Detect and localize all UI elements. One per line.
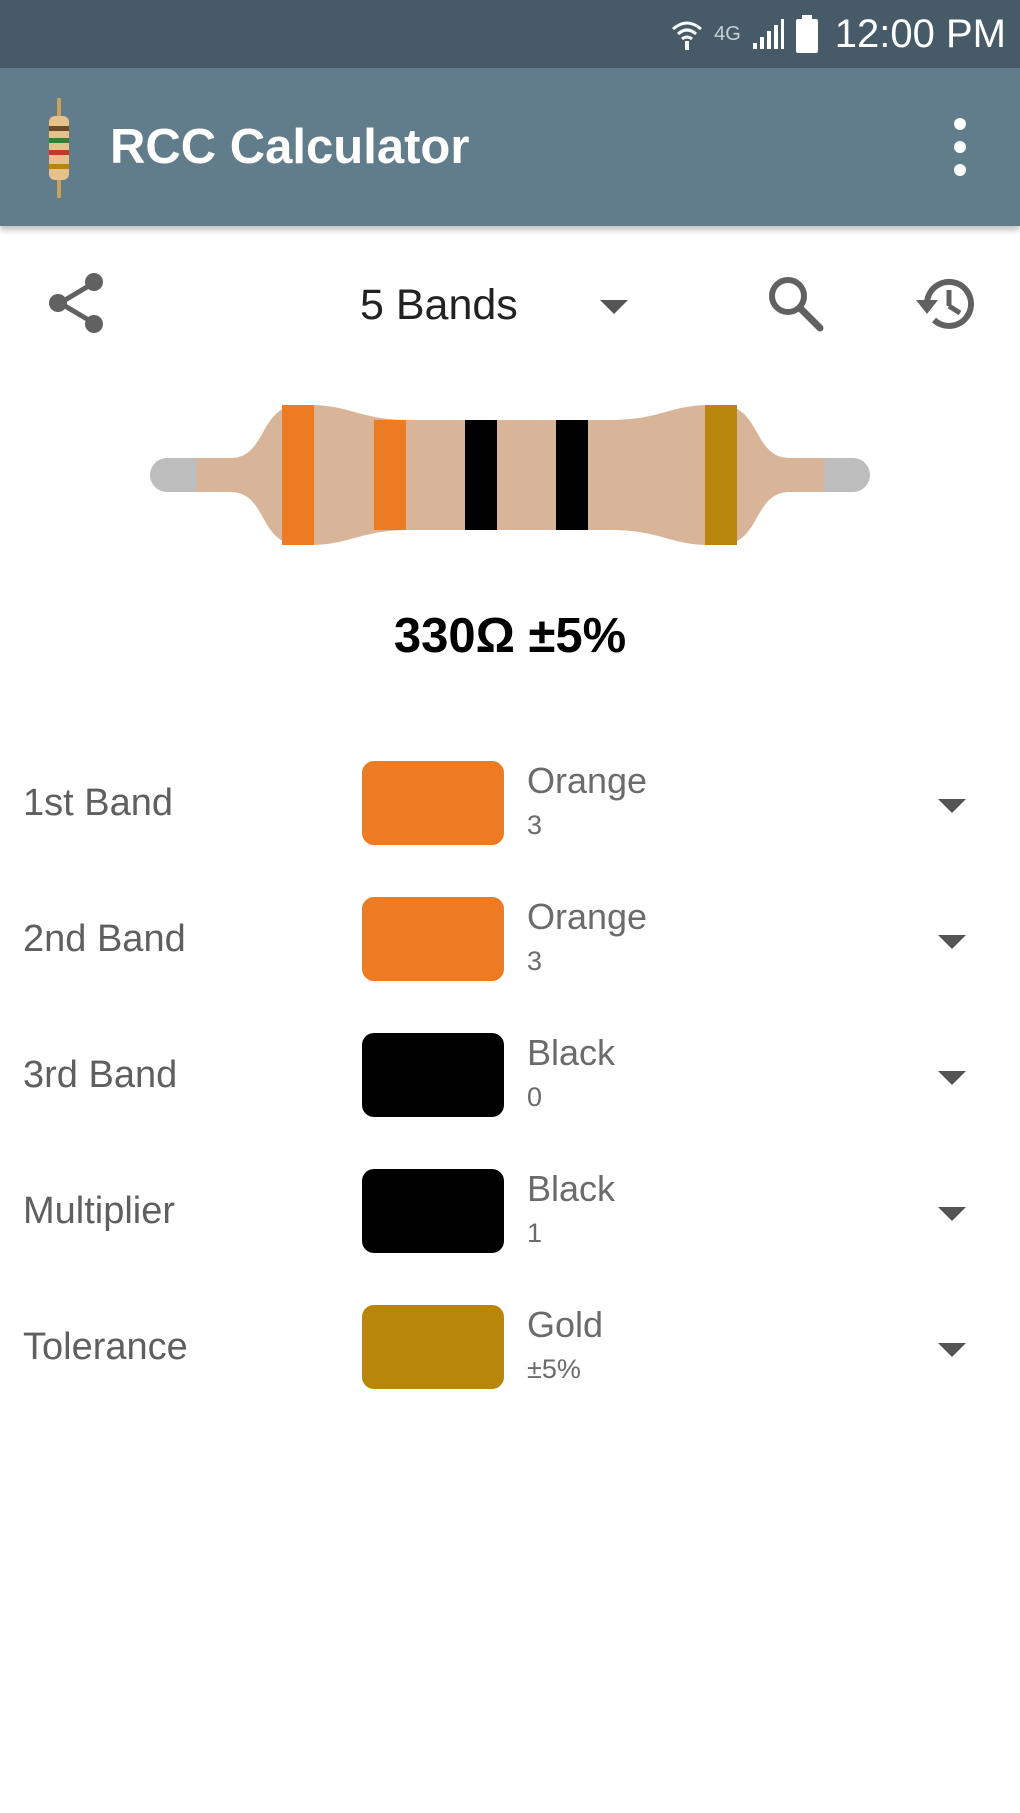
band-count-label: 5 Bands: [360, 281, 518, 329]
color-value: 1: [527, 1218, 543, 1248]
color-swatch: [362, 1033, 504, 1117]
resistor-band-2: [374, 420, 406, 530]
resistor-band-1: [282, 405, 314, 545]
band-row-3rd[interactable]: 3rd Band Black 0: [0, 1015, 1020, 1135]
share-icon[interactable]: [44, 270, 110, 336]
dropdown-arrow-icon: [600, 300, 628, 314]
resistor-logo-icon: [49, 98, 69, 198]
color-name: Black: [527, 1168, 616, 1209]
color-name: Black: [527, 1032, 616, 1073]
resistance-result: 330Ω ±5%: [393, 609, 627, 663]
band-label: 1st Band: [23, 782, 173, 824]
status-time: 12:00 PM: [834, 11, 1006, 56]
battery-icon: [795, 15, 818, 53]
status-bar: 4G 12:00 PM: [0, 0, 1020, 68]
color-name: Gold: [527, 1304, 604, 1345]
dropdown-arrow-icon[interactable]: [938, 1343, 966, 1357]
network-type-label: 4G: [714, 22, 741, 45]
toolbar: 5 Bands: [0, 238, 1020, 368]
color-name: Orange: [527, 760, 648, 801]
color-value: 3: [527, 946, 543, 976]
history-icon[interactable]: [910, 270, 980, 338]
dropdown-arrow-icon[interactable]: [938, 935, 966, 949]
color-value: 3: [527, 810, 543, 840]
color-value: 0: [527, 1082, 543, 1112]
app-title: RCC Calculator: [110, 120, 470, 174]
band-row-2nd[interactable]: 2nd Band Orange 3: [0, 879, 1020, 999]
band-label: Multiplier: [23, 1190, 176, 1232]
wifi-icon: [672, 21, 703, 50]
status-icons: 4G 12:00 PM: [670, 0, 1006, 68]
band-label: Tolerance: [23, 1326, 188, 1368]
band-row-multiplier[interactable]: Multiplier Black 1: [0, 1151, 1020, 1271]
dropdown-arrow-icon[interactable]: [938, 1071, 966, 1085]
more-vert-icon[interactable]: [940, 118, 980, 176]
band-row-1st[interactable]: 1st Band Orange 3: [0, 743, 1020, 863]
band-count-dropdown[interactable]: 5 Bands: [352, 270, 642, 340]
resistor-band-3: [465, 420, 497, 530]
band-label: 3rd Band: [23, 1054, 178, 1096]
signal-icon: [752, 19, 784, 49]
color-value: ±5%: [527, 1354, 581, 1384]
color-swatch: [362, 1305, 504, 1389]
band-label: 2nd Band: [23, 918, 186, 960]
color-swatch: [362, 897, 504, 981]
resistor-band-multiplier: [556, 420, 588, 530]
color-swatch: [362, 761, 504, 845]
resistor-graphic: [150, 405, 870, 545]
resistor-band-tolerance: [705, 405, 737, 545]
dropdown-arrow-icon[interactable]: [938, 1207, 966, 1221]
search-icon[interactable]: [764, 272, 826, 334]
app-bar: RCC Calculator: [0, 68, 1020, 226]
color-swatch: [362, 1169, 504, 1253]
color-name: Orange: [527, 896, 648, 937]
band-row-tolerance[interactable]: Tolerance Gold ±5%: [0, 1287, 1020, 1407]
dropdown-arrow-icon[interactable]: [938, 799, 966, 813]
